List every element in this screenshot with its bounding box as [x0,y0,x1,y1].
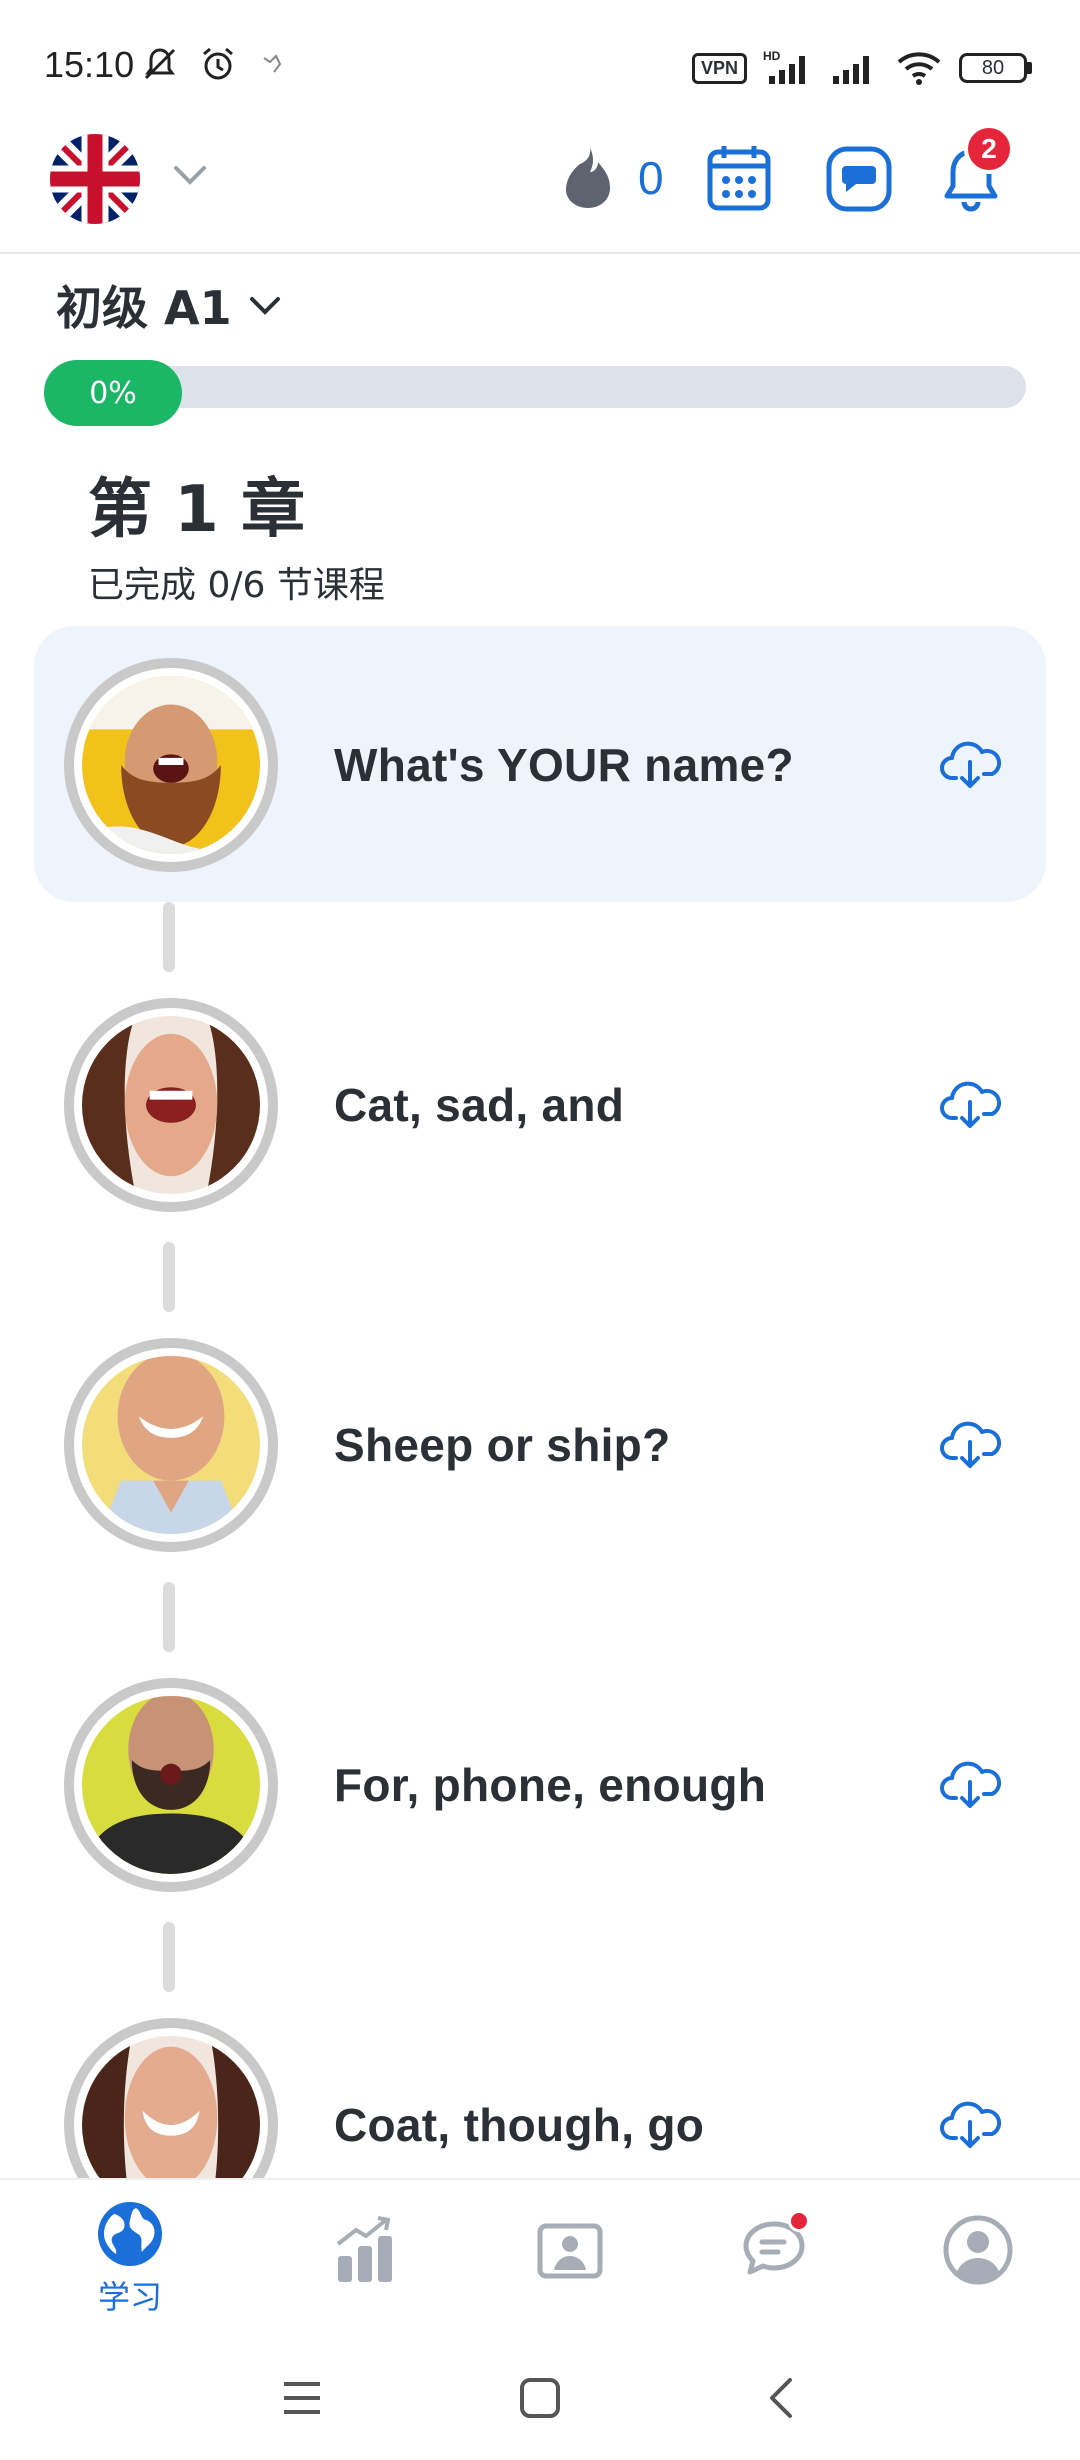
nav-learn[interactable]: 学习 [70,2200,190,2320]
lesson-avatar [64,658,278,872]
progress-fill: 0% [44,360,182,426]
nav-community[interactable] [714,2200,834,2320]
svg-text:HD: HD [763,49,781,63]
bearded-man-photo [82,676,260,854]
vpn-indicator: VPN [691,52,747,84]
cloud-download-icon[interactable] [938,1072,1002,1136]
lesson-title: Cat, sad, and [334,1079,625,1131]
bar-chart-icon [336,2216,392,2282]
lesson-title: Coat, though, go [334,2099,705,2151]
lesson-title: What's YOUR name? [334,739,794,791]
notifications-button[interactable]: 2 [936,124,1014,214]
level-label: 初级 A1 [56,281,232,335]
course-progress-bar: 0% [44,360,1026,426]
uk-flag-icon[interactable] [50,134,140,224]
status-bar: 15:10 VPN HD 80 [0,0,1080,120]
nav-learn-label: 学习 [97,2278,162,2316]
cloud-download-icon[interactable] [938,1752,1002,1816]
lesson-item[interactable]: For, phone, enough [34,1646,1046,1922]
chevron-down-icon[interactable] [172,164,208,188]
back-icon[interactable] [760,2376,804,2420]
woman-laughing-photo [82,1016,260,1194]
lesson-item[interactable]: Sheep or ship? [34,1306,1046,1582]
lesson-connector [163,1582,175,1652]
battery-indicator: 80 [959,53,1032,83]
system-navigation-bar [0,2336,1080,2460]
cloud-download-icon[interactable] [938,1412,1002,1476]
community-unread-dot [788,2210,810,2232]
man-talking-photo [82,1696,260,1874]
mute-icon [144,48,176,80]
chapter-subtitle: 已完成 0/6 节课程 [88,565,385,606]
status-icons-left [140,44,286,84]
lesson-avatar [64,998,278,1212]
app-header: 0 2 [0,120,1080,254]
chevron-down-icon [249,297,280,315]
lesson-title: For, phone, enough [334,1759,767,1811]
wifi-icon [897,52,941,85]
home-icon[interactable] [518,2376,562,2420]
lesson-connector [163,902,175,972]
nav-tutors[interactable] [510,2200,630,2320]
alarm-icon [203,47,233,80]
smiling-man-photo [82,1356,260,1534]
user-avatar-icon [943,2215,1013,2285]
lesson-item[interactable]: What's YOUR name? [34,626,1046,902]
flame-icon [566,148,610,208]
streak-counter[interactable]: 0 [560,146,664,210]
calendar-icon[interactable] [704,144,774,214]
streak-count: 0 [638,152,664,204]
lesson-title: Sheep or ship? [334,1419,671,1471]
signal-icon [833,56,869,84]
notification-small-icon [263,54,282,73]
bottom-navigation: 学习 [0,2178,1080,2336]
level-selector[interactable]: 初级 A1 [56,272,282,338]
lesson-connector [163,1922,175,1992]
signal-hd-icon: HD [763,49,805,84]
lesson-avatar [64,1338,278,1552]
status-time: 15:10 [44,44,135,85]
nav-profile[interactable] [918,2200,1038,2320]
chat-bubble-icon[interactable] [824,144,894,214]
status-icons-right: VPN HD 80 [691,48,1032,88]
globe-icon [98,2202,162,2266]
lesson-item[interactable]: Cat, sad, and [34,966,1046,1242]
lesson-connector [163,1242,175,1312]
cloud-download-icon[interactable] [938,2092,1002,2156]
id-card-icon [537,2223,603,2279]
chapter-title: 第 1 章 [88,473,306,547]
lesson-avatar [64,1678,278,1892]
cloud-download-icon[interactable] [938,732,1002,796]
menu-icon[interactable] [280,2376,324,2420]
notification-badge: 2 [964,124,1014,174]
nav-progress[interactable] [306,2200,426,2320]
